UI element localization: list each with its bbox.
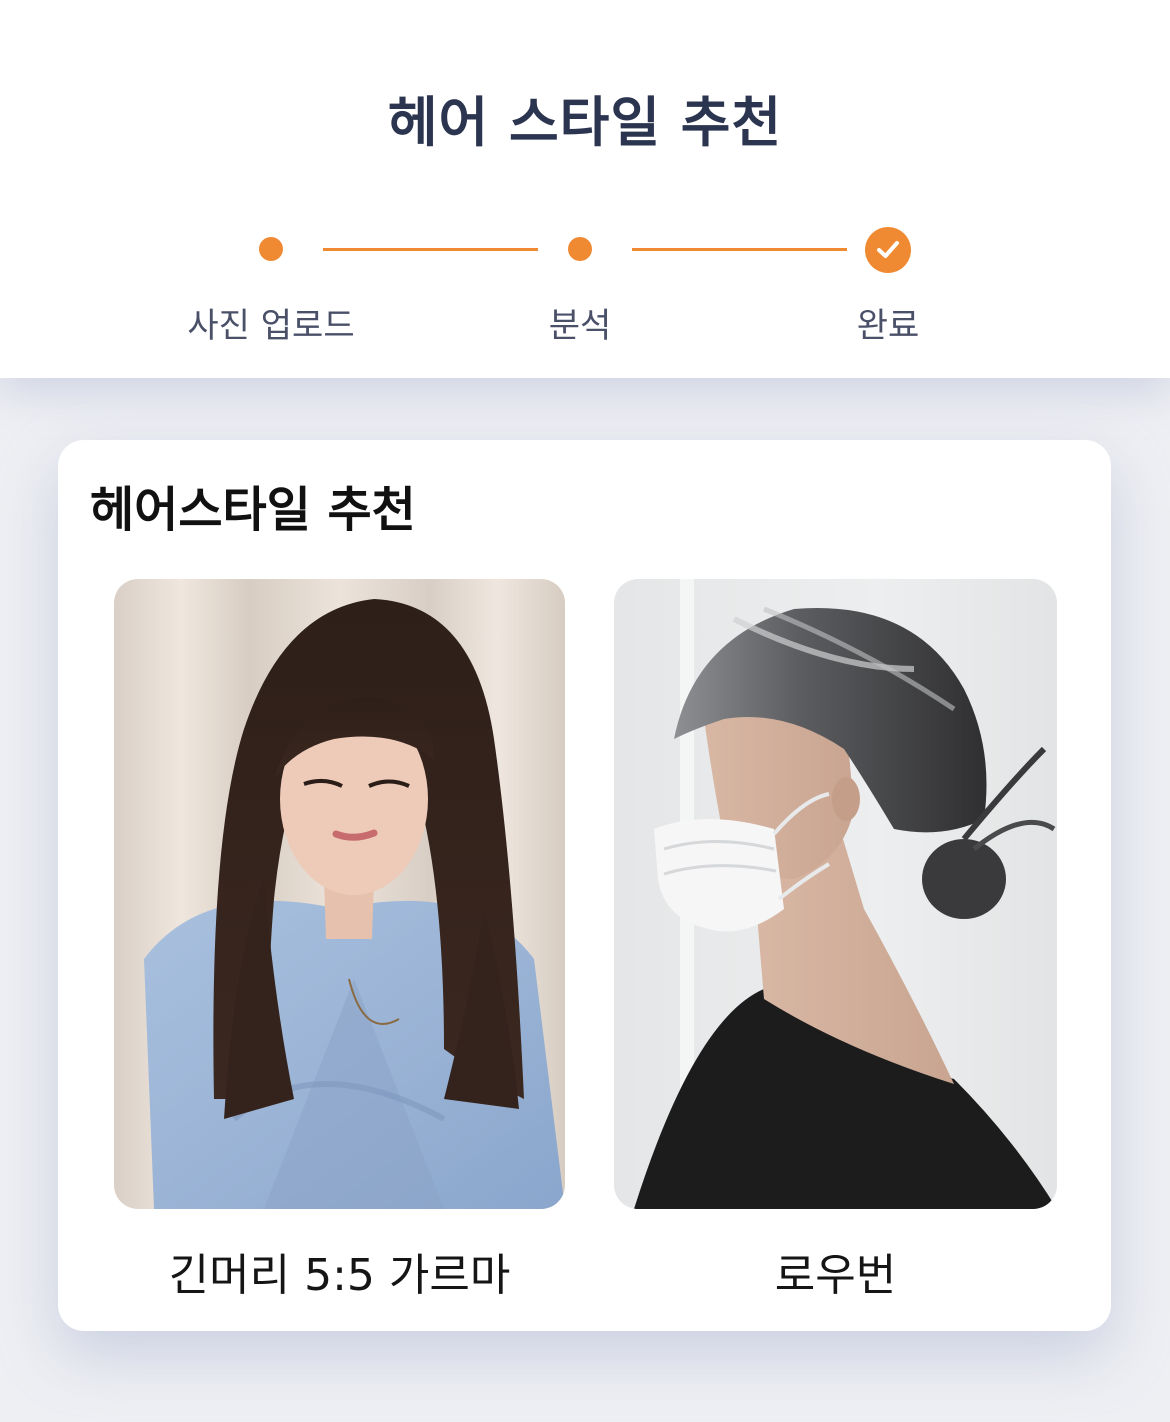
long-hair-photo[interactable] [114, 579, 565, 1209]
step-label-complete: 완료 [856, 306, 920, 346]
page-title: 헤어 스타일 추천 [387, 91, 783, 154]
step-label-analysis: 분석 [548, 306, 612, 346]
recommendation-title: 헤어스타일 추천 [90, 482, 416, 538]
header: 헤어 스타일 추천 사진 업로드 분석 완료 [0, 0, 1170, 378]
recommendation-card: 헤어스타일 추천 긴머리 5:5 가르마 로우번 [58, 440, 1111, 1331]
step-connector-2 [632, 248, 847, 251]
style-item-long-hair[interactable]: 긴머리 5:5 가르마 [114, 579, 565, 1303]
step-dot-analysis [568, 237, 592, 261]
style-name-long-hair: 긴머리 5:5 가르마 [168, 1250, 511, 1301]
step-connector-1 [323, 248, 538, 251]
style-name-low-bun: 로우번 [774, 1250, 897, 1301]
step-dot-upload [259, 237, 283, 261]
low-bun-photo[interactable] [614, 579, 1057, 1209]
step-label-upload: 사진 업로드 [187, 306, 355, 346]
step-complete-check-icon [865, 227, 911, 273]
style-item-low-bun[interactable]: 로우번 [614, 579, 1057, 1303]
